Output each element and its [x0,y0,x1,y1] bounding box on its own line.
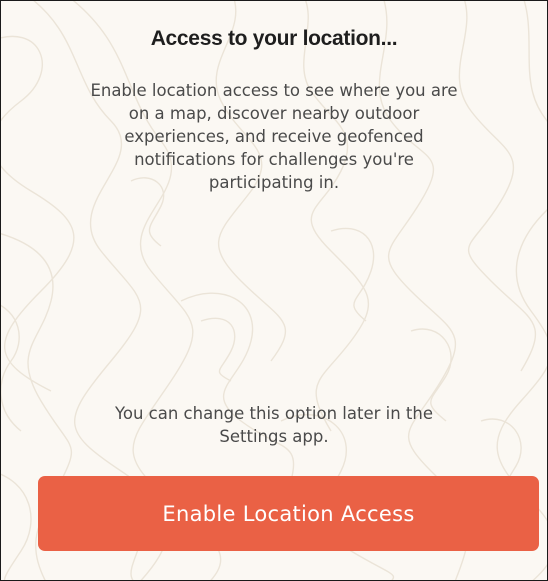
location-description-text: Enable location access to see where you … [90,81,458,192]
enable-location-access-button[interactable]: Enable Location Access [38,476,539,551]
dialog-title: Access to your location... [150,27,398,50]
settings-note-text: You can change this option later in the … [114,404,434,446]
location-permission-screen: Access to your location... Enable locati… [0,0,548,581]
